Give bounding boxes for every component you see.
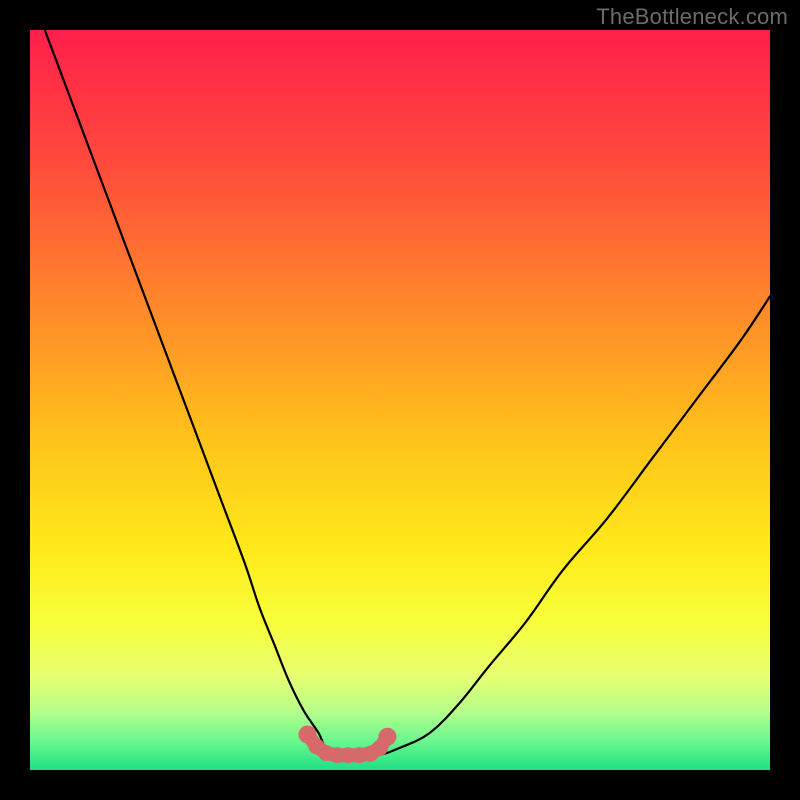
bottleneck-curve — [45, 30, 770, 756]
watermark-text: TheBottleneck.com — [596, 4, 788, 30]
curve-layer — [30, 30, 770, 770]
chart-stage: TheBottleneck.com — [0, 0, 800, 800]
plot-area — [30, 30, 770, 770]
bottom-region-markers — [299, 725, 397, 763]
bottom-region-dot — [378, 728, 396, 746]
